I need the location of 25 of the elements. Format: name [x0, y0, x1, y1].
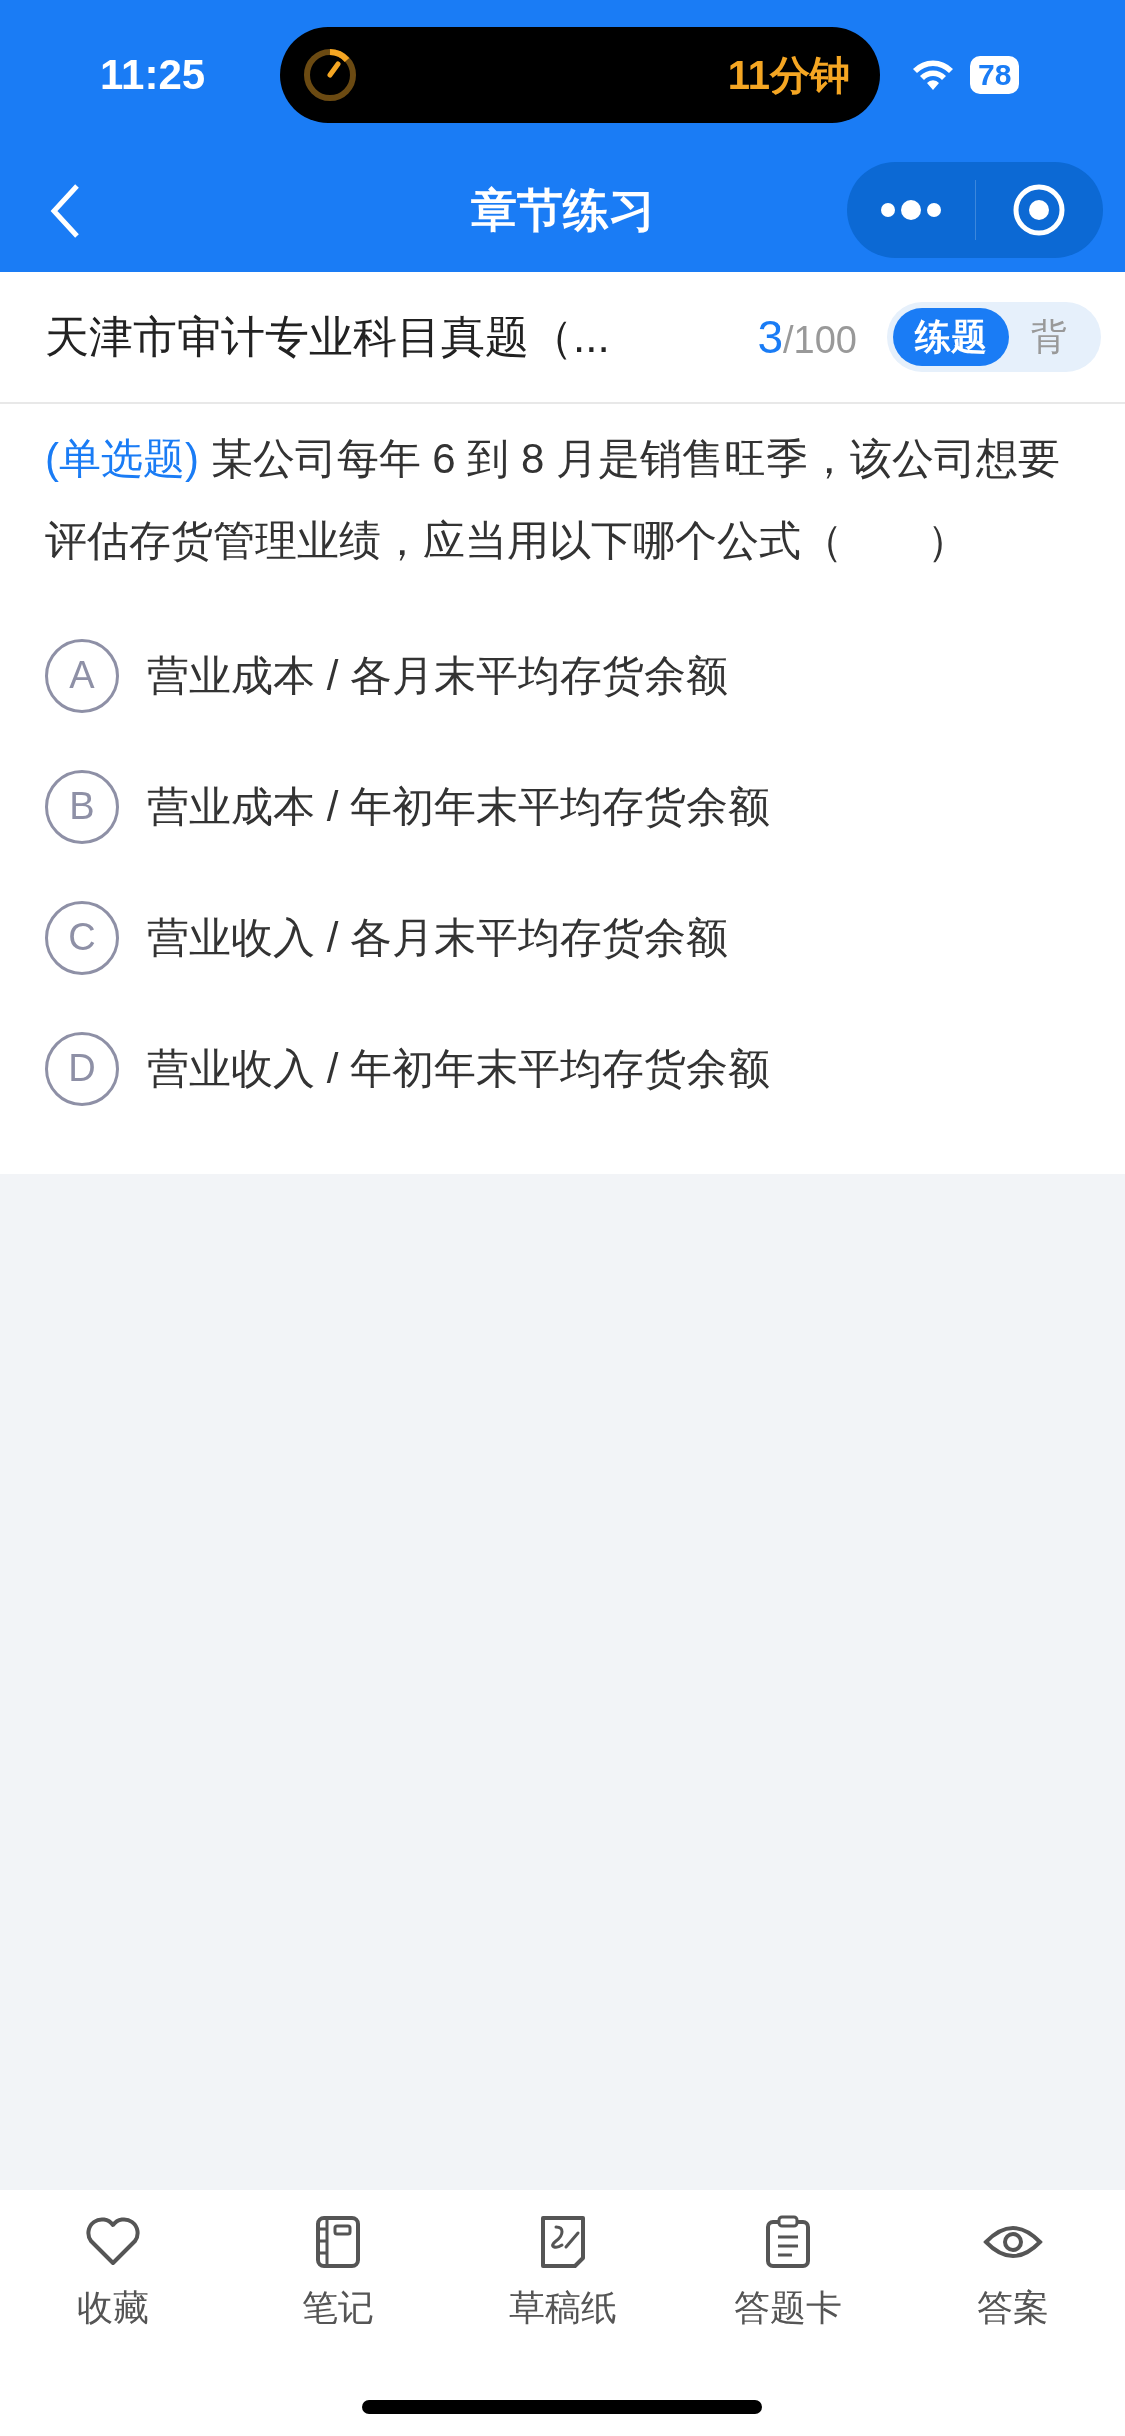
total-count: /100: [783, 319, 857, 362]
more-icon: [879, 200, 942, 220]
option-text[interactable]: 营业收入 / 各月末平均存货余额: [147, 909, 728, 966]
toolbar-button[interactable]: 笔记: [301, 2214, 374, 2333]
timer-text: 11分钟: [727, 51, 850, 99]
toolbar-button[interactable]: 草稿纸: [508, 2214, 617, 2333]
battery-indicator: 78: [970, 56, 1020, 94]
option-text[interactable]: 营业成本 / 各月末平均存货余额: [147, 647, 728, 704]
toolbar-button[interactable]: 收藏: [76, 2214, 149, 2333]
clipboard-icon: [764, 2215, 811, 2269]
question-text: (单选题) 某公司每年 6 到 8 月是销售旺季，该公司想要评估存货管理业绩，应当用以下哪个公式（ ）: [45, 434, 1062, 566]
target-icon: [1012, 183, 1067, 237]
status-time: 11:25: [100, 51, 207, 99]
exam-title: 天津市审计专业科目真题（...: [45, 310, 610, 363]
toolbar-button[interactable]: 答题卡: [733, 2214, 842, 2333]
page-title: 章节练习: [470, 184, 655, 236]
option-text[interactable]: 营业收入 / 年初年末平均存货余额: [147, 1040, 770, 1097]
notebook-icon: [314, 2215, 361, 2269]
back-icon[interactable]: [50, 183, 80, 239]
option-text[interactable]: 营业成本 / 年初年末平均存货余额: [147, 778, 770, 835]
heart-icon: [84, 2217, 141, 2267]
timer-icon: [302, 47, 358, 103]
toolbar-button[interactable]: 答案: [976, 2214, 1049, 2333]
current-number: 3: [757, 310, 784, 364]
mode-tab[interactable]: 练题: [893, 308, 1009, 366]
